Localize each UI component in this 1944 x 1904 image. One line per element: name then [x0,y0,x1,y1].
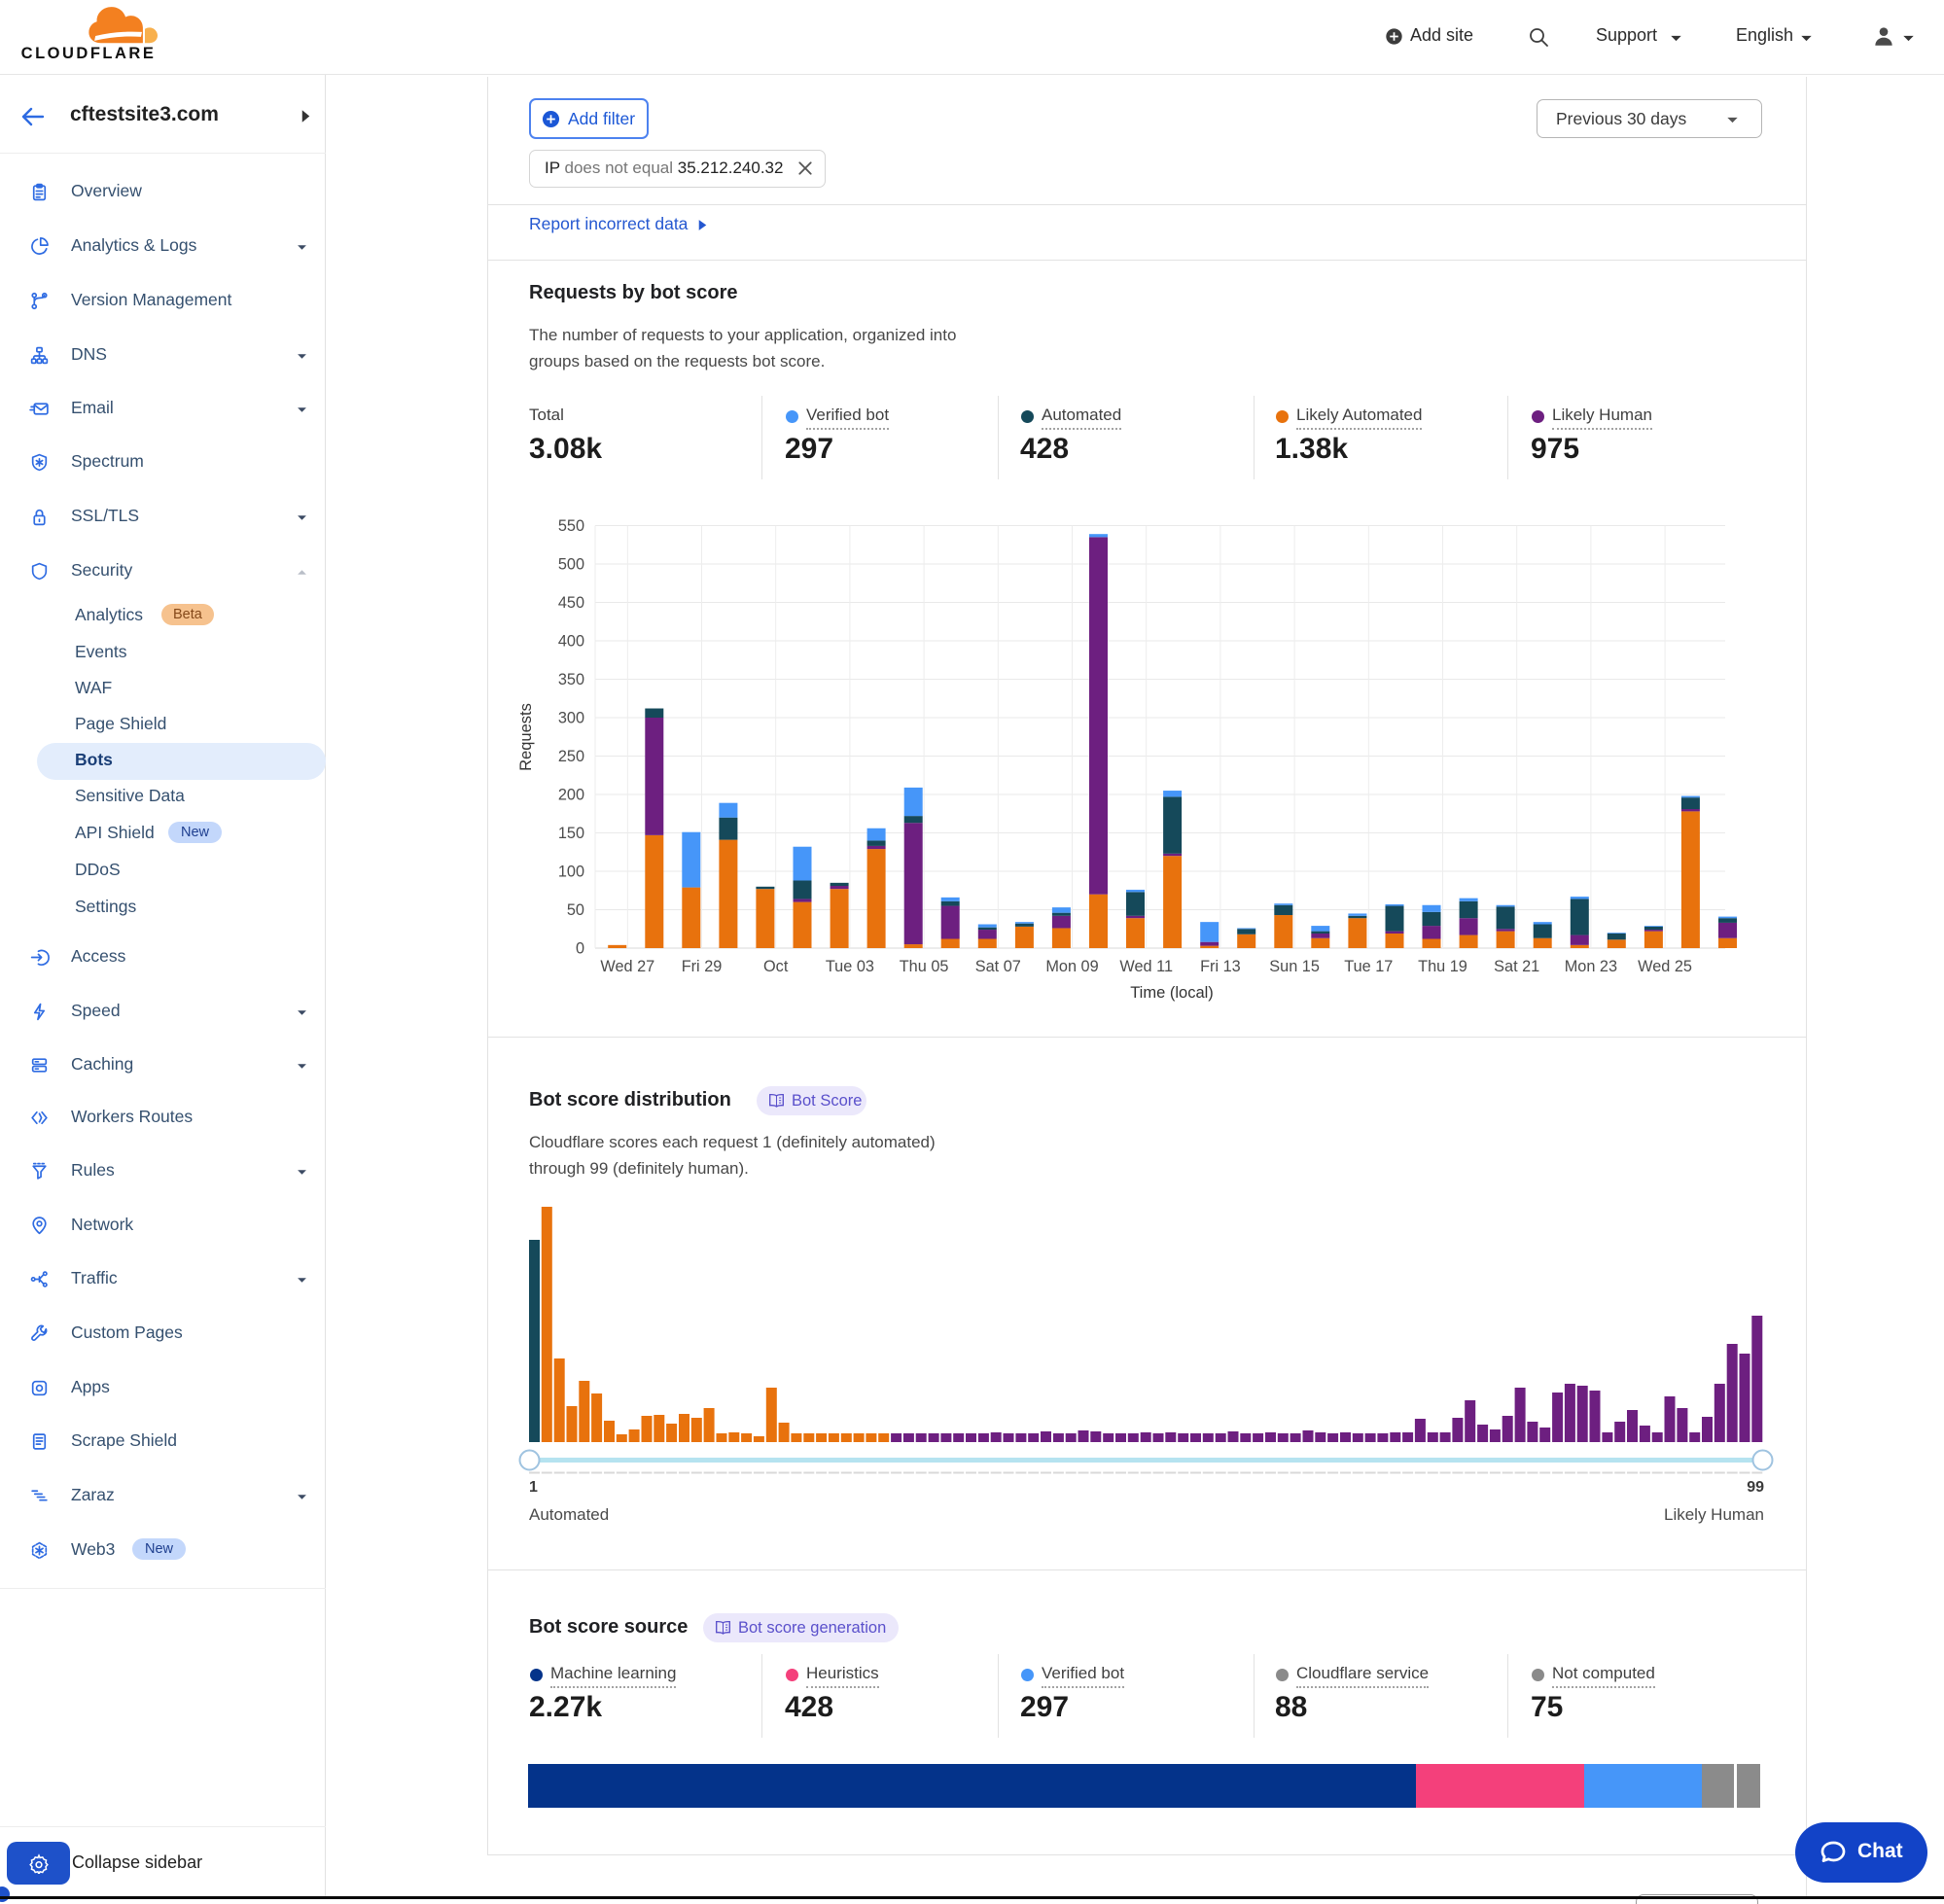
svg-text:Fri 29: Fri 29 [682,958,723,975]
svg-text:150: 150 [558,825,584,842]
svg-text:Wed 27: Wed 27 [600,958,654,975]
svg-text:300: 300 [558,710,584,727]
svg-text:Time (local): Time (local) [1130,984,1214,1002]
svg-text:Mon 23: Mon 23 [1565,958,1617,975]
svg-text:Fri 13: Fri 13 [1200,958,1241,975]
svg-text:Wed 25: Wed 25 [1638,958,1692,975]
svg-text:Oct: Oct [763,958,789,975]
svg-text:1: 1 [529,1479,538,1496]
svg-text:Likely Human: Likely Human [1664,1505,1764,1524]
svg-text:50: 50 [567,901,584,919]
svg-text:Thu 19: Thu 19 [1418,958,1467,975]
svg-text:350: 350 [558,671,584,688]
svg-text:Sat 21: Sat 21 [1494,958,1539,975]
svg-text:500: 500 [558,556,584,574]
svg-text:0: 0 [576,940,584,958]
svg-text:400: 400 [558,633,584,651]
svg-text:250: 250 [558,748,584,765]
svg-text:Thu 05: Thu 05 [900,958,949,975]
svg-text:Tue 17: Tue 17 [1344,958,1393,975]
svg-text:Sat 07: Sat 07 [975,958,1021,975]
svg-text:Requests: Requests [517,703,535,771]
svg-text:Tue 03: Tue 03 [826,958,874,975]
svg-text:Mon 09: Mon 09 [1045,958,1098,975]
svg-text:Sun 15: Sun 15 [1269,958,1320,975]
svg-text:99: 99 [1747,1479,1764,1496]
svg-text:Automated: Automated [529,1505,609,1524]
svg-text:200: 200 [558,787,584,804]
svg-text:100: 100 [558,864,584,881]
svg-text:450: 450 [558,594,584,612]
svg-text:550: 550 [558,517,584,535]
svg-text:Wed 11: Wed 11 [1119,958,1173,975]
